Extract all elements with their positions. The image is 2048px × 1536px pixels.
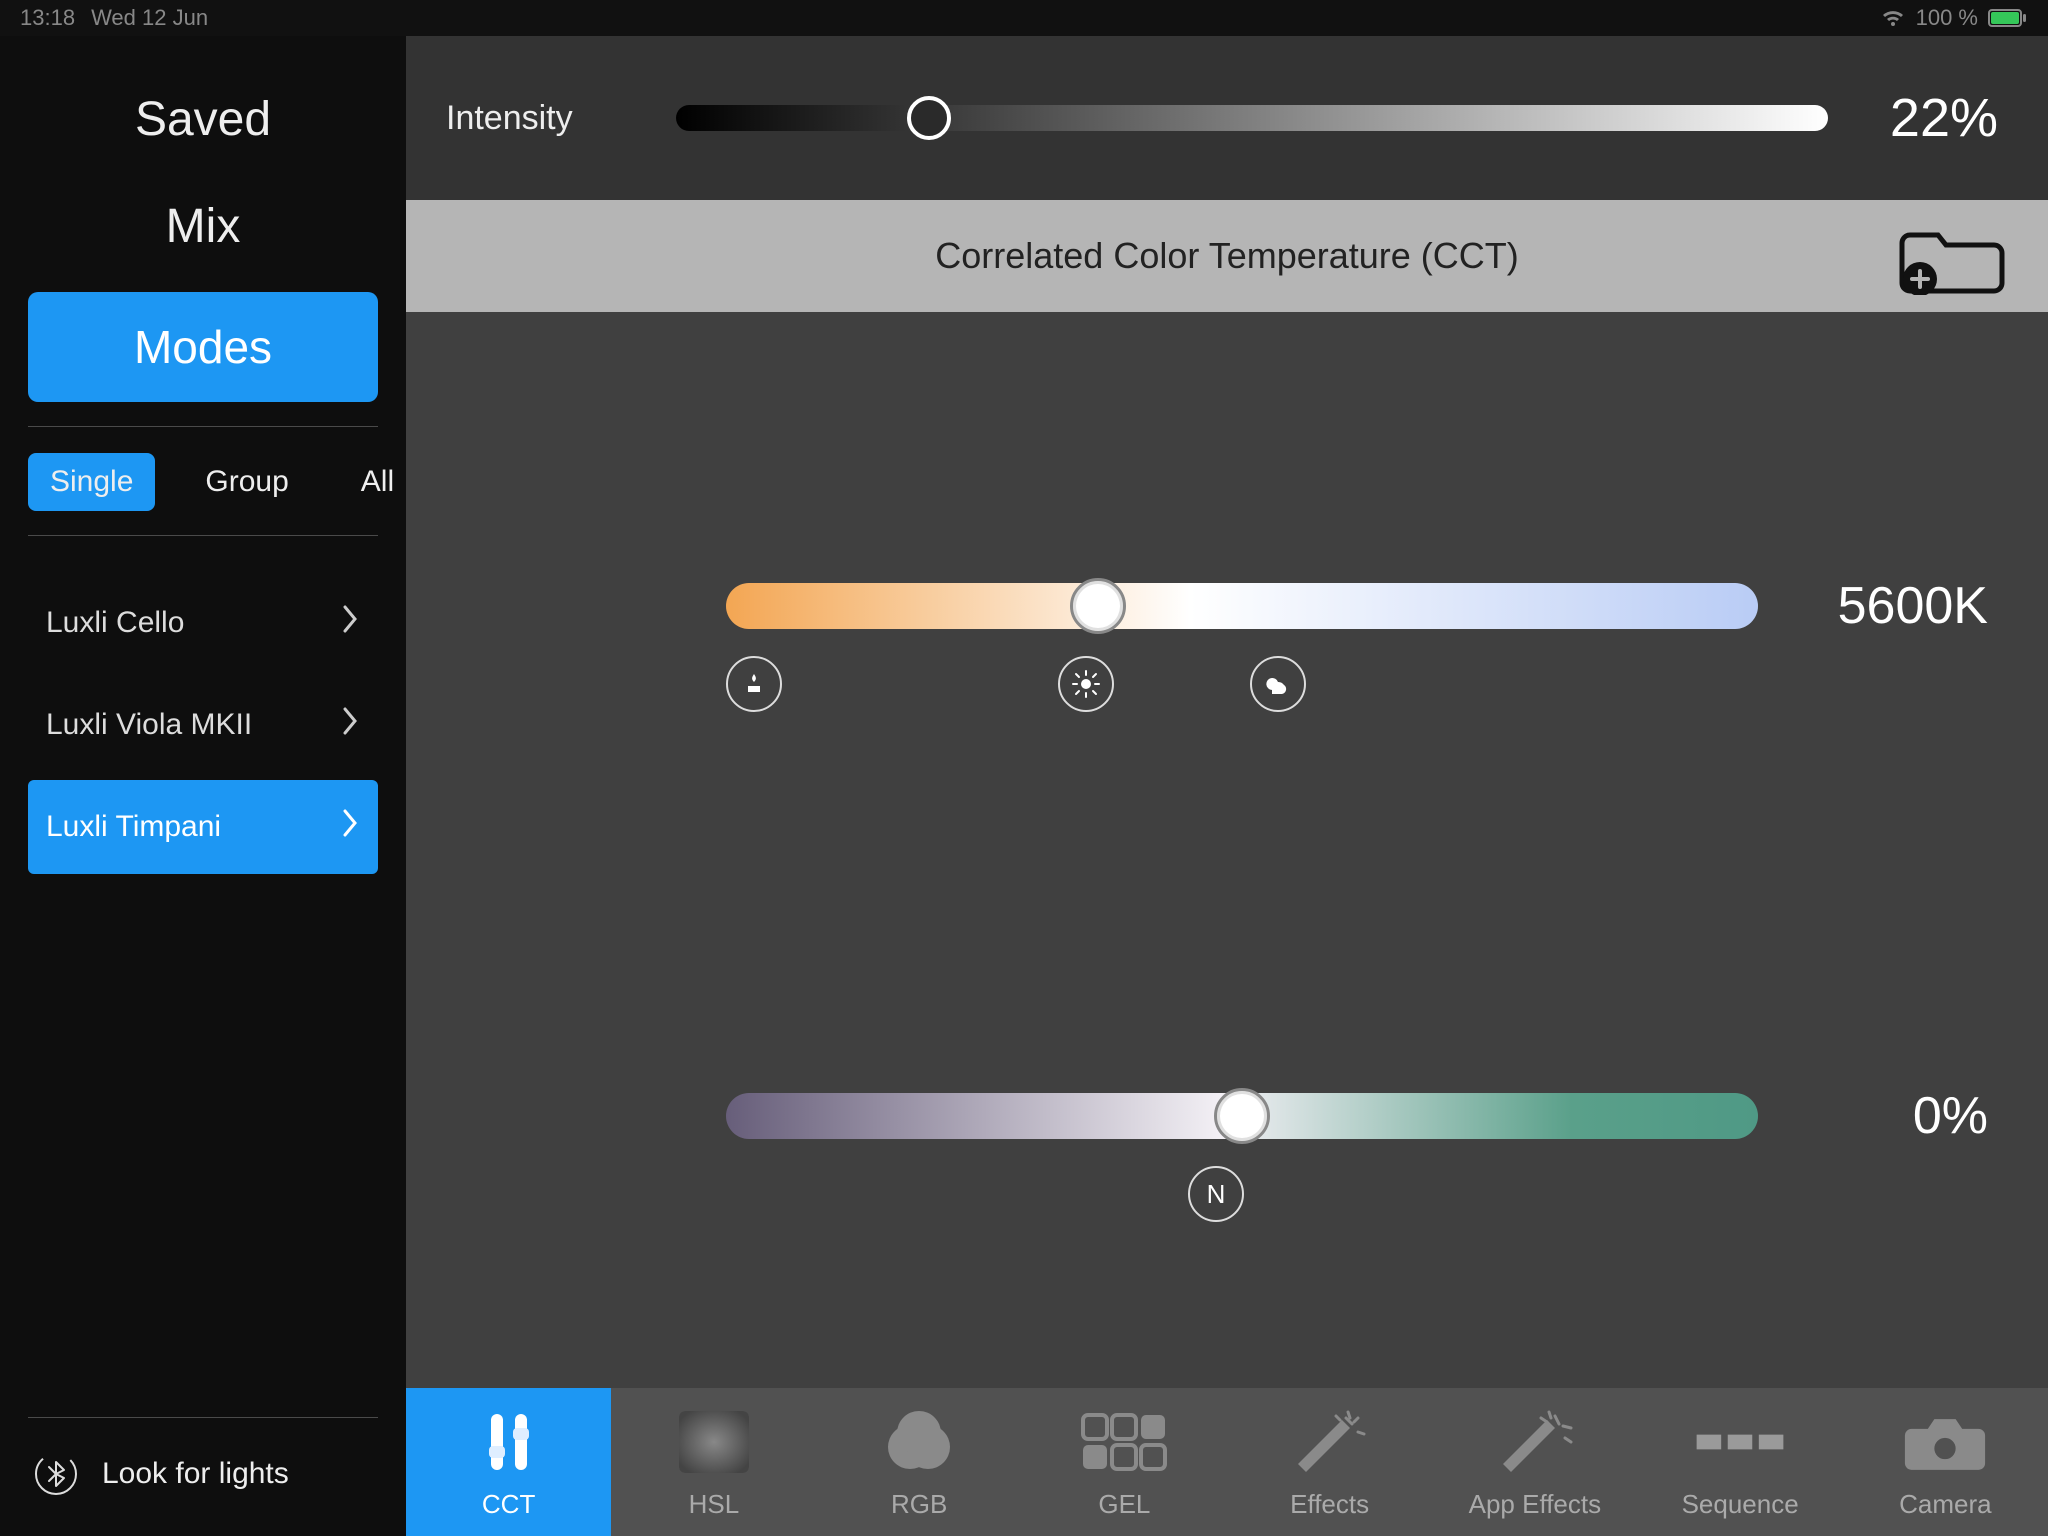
scope-tabs: Single Group All	[28, 447, 378, 511]
sun-icon[interactable]	[1058, 656, 1114, 712]
intensity-slider[interactable]	[676, 105, 1828, 131]
device-item-cello[interactable]: Luxli Cello	[28, 576, 378, 670]
battery-icon	[1988, 8, 2028, 28]
scope-all[interactable]: All	[339, 453, 416, 511]
tab-label: HSL	[689, 1489, 740, 1520]
divider	[28, 535, 378, 536]
divider	[28, 426, 378, 427]
wifi-icon	[1880, 8, 1906, 28]
intensity-value: 22%	[1858, 87, 1998, 149]
tab-hsl[interactable]: HSL	[611, 1388, 816, 1536]
tint-thumb[interactable]	[1214, 1088, 1270, 1144]
cloud-icon[interactable]	[1250, 656, 1306, 712]
tint-value: 0%	[1798, 1086, 1988, 1146]
tab-label: RGB	[891, 1489, 947, 1520]
tab-label: CCT	[482, 1489, 535, 1520]
wand-sparkle-icon	[1490, 1405, 1580, 1479]
tab-sequence[interactable]: Sequence	[1638, 1388, 1843, 1536]
chevron-right-icon	[342, 706, 360, 744]
status-bar: 13:18 Wed 12 Jun 100 %	[0, 0, 2048, 36]
mode-tabs: CCT HSL RGB	[406, 1388, 2048, 1536]
section-header: Correlated Color Temperature (CCT)	[406, 200, 2048, 312]
sequence-icon	[1695, 1405, 1785, 1479]
intensity-label: Intensity	[446, 99, 646, 138]
tab-rgb[interactable]: RGB	[817, 1388, 1022, 1536]
tab-label: Effects	[1290, 1489, 1369, 1520]
tab-effects[interactable]: Effects	[1227, 1388, 1432, 1536]
look-for-lights-button[interactable]: Look for lights	[28, 1418, 378, 1536]
camera-icon	[1900, 1405, 1990, 1479]
hsl-icon	[669, 1405, 759, 1479]
sliders-icon	[464, 1405, 554, 1479]
cct-row: 5600K	[726, 576, 1988, 636]
add-to-folder-button[interactable]	[1898, 217, 2008, 295]
main-panel: Intensity 22% Correlated Color Temperatu…	[406, 36, 2048, 1388]
tab-label: GEL	[1098, 1489, 1150, 1520]
tab-label: App Effects	[1469, 1489, 1602, 1520]
device-item-timpani[interactable]: Luxli Timpani	[28, 780, 378, 874]
battery-text: 100 %	[1916, 5, 1978, 31]
cct-slider[interactable]	[726, 583, 1758, 629]
tint-slider[interactable]	[726, 1093, 1758, 1139]
device-label: Luxli Viola MKII	[46, 708, 252, 742]
sidebar: Saved Mix Modes Single Group All Luxli C…	[0, 36, 406, 1536]
cct-preset-icons	[726, 656, 1706, 716]
tab-cct[interactable]: CCT	[406, 1388, 611, 1536]
status-time: 13:18	[20, 5, 75, 31]
tab-label: Sequence	[1682, 1489, 1799, 1520]
tint-neutral-button[interactable]: N	[1188, 1166, 1244, 1222]
venn-icon	[874, 1405, 964, 1479]
cct-thumb[interactable]	[1070, 578, 1126, 634]
wand-icon	[1285, 1405, 1375, 1479]
device-list: Luxli Cello Luxli Viola MKII Luxli Timpa…	[28, 568, 378, 874]
scope-group[interactable]: Group	[183, 453, 310, 511]
chevron-right-icon	[342, 808, 360, 846]
intensity-row: Intensity 22%	[406, 36, 2048, 200]
scope-single[interactable]: Single	[28, 453, 155, 511]
device-label: Luxli Timpani	[46, 810, 221, 844]
look-for-lights-label: Look for lights	[102, 1457, 289, 1491]
tint-preset-icons: N	[726, 1166, 1706, 1226]
chevron-right-icon	[342, 604, 360, 642]
section-title: Correlated Color Temperature (CCT)	[935, 235, 1519, 277]
bluetooth-refresh-icon	[34, 1452, 78, 1496]
status-date: Wed 12 Jun	[91, 5, 208, 31]
tab-gel[interactable]: GEL	[1022, 1388, 1227, 1536]
intensity-thumb[interactable]	[907, 96, 951, 140]
device-item-viola[interactable]: Luxli Viola MKII	[28, 678, 378, 772]
nav-saved[interactable]: Saved	[135, 66, 271, 173]
device-label: Luxli Cello	[46, 606, 184, 640]
tab-app-effects[interactable]: App Effects	[1432, 1388, 1637, 1536]
tab-camera[interactable]: Camera	[1843, 1388, 2048, 1536]
candle-icon[interactable]	[726, 656, 782, 712]
neutral-label: N	[1207, 1179, 1226, 1210]
grid-icon	[1079, 1405, 1169, 1479]
cct-value: 5600K	[1798, 576, 1988, 636]
nav-mix[interactable]: Mix	[166, 173, 241, 280]
tab-label: Camera	[1899, 1489, 1991, 1520]
nav-modes[interactable]: Modes	[28, 292, 378, 402]
tint-row: 0%	[726, 1086, 1988, 1146]
